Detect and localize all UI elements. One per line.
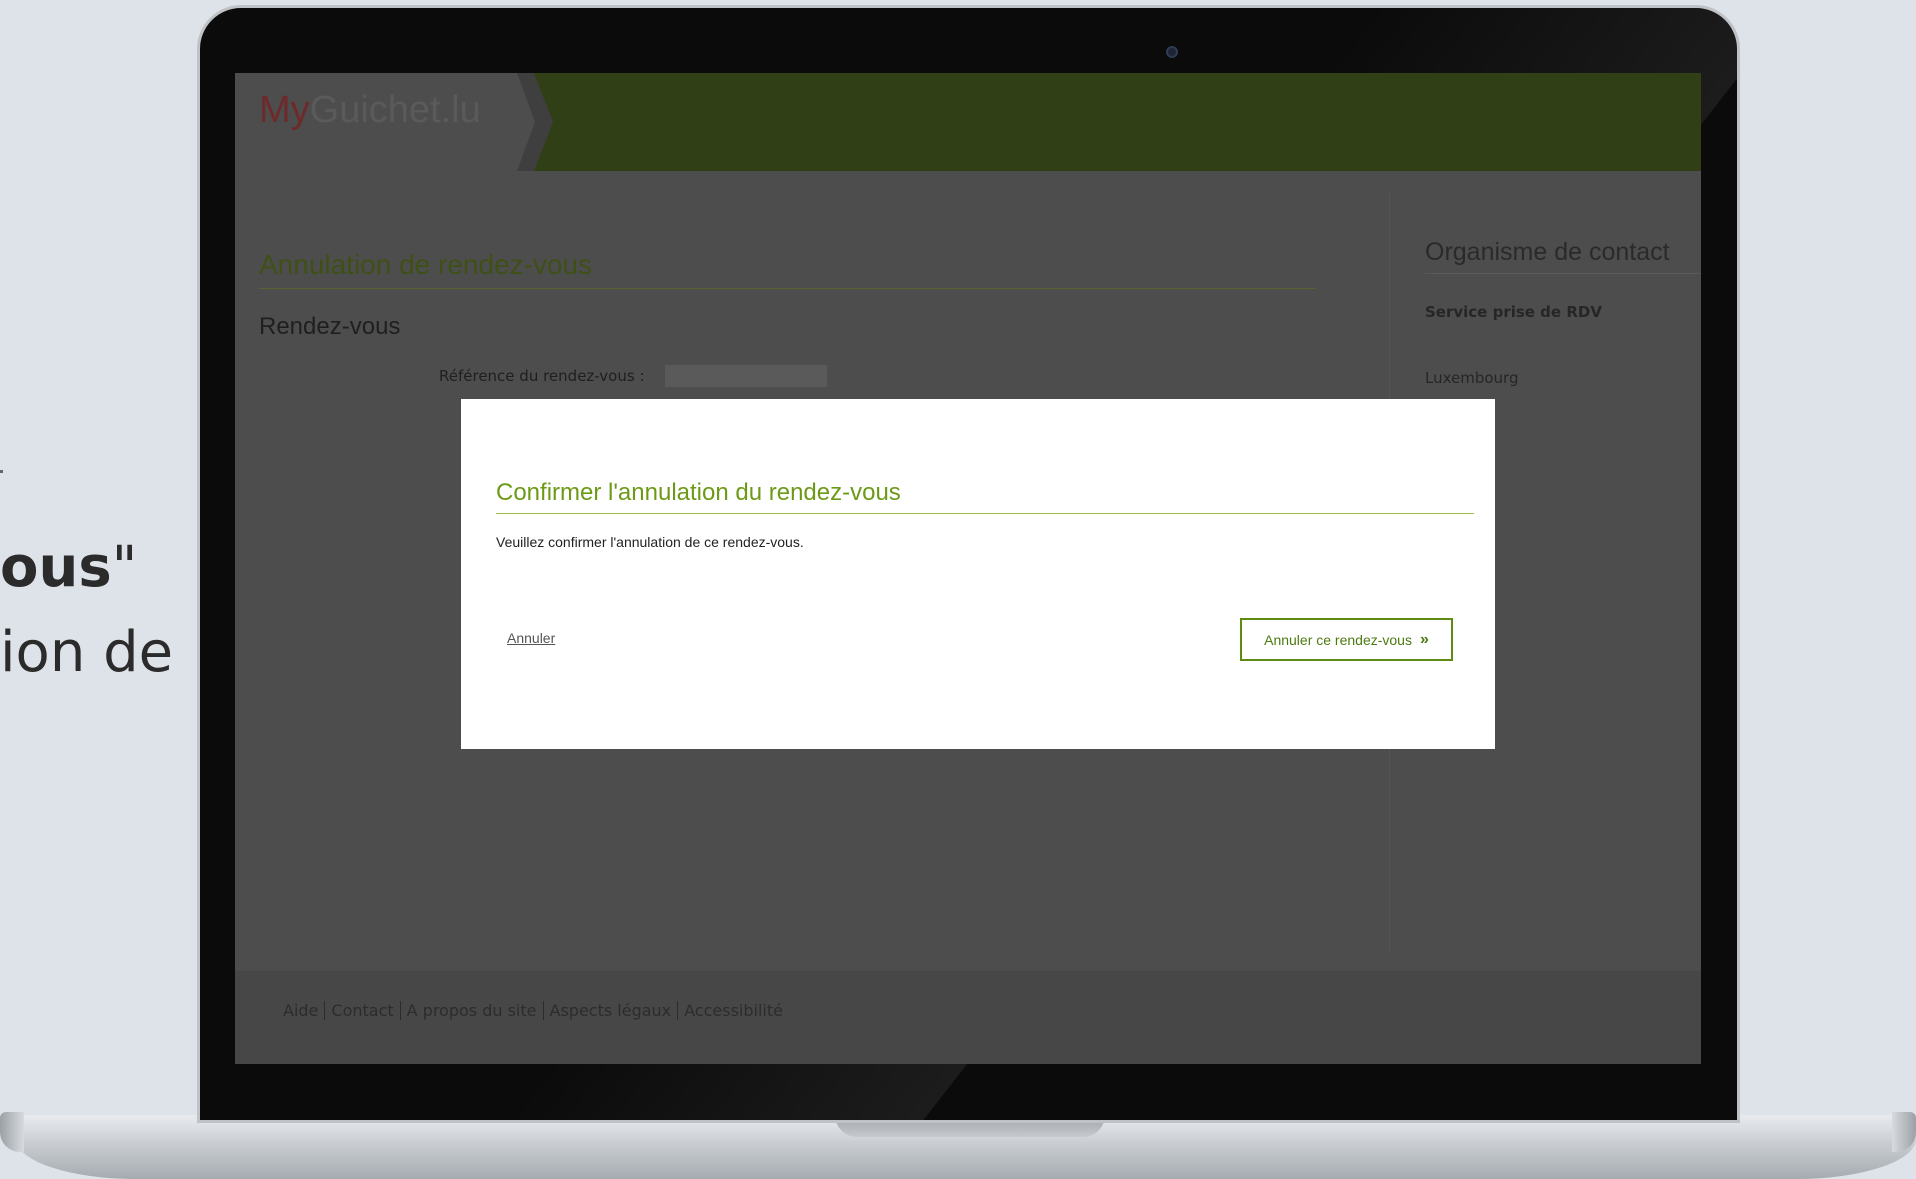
footer-link-aide[interactable]: Aide — [283, 1001, 324, 1020]
site-header: MyGuichet.lu — [235, 73, 1701, 171]
screenshot-stage: ous" ion de MyGuichet.lu Annulation de r… — [0, 0, 1916, 1179]
dialog-title: Confirmer l'annulation du rendez-vous — [496, 479, 901, 506]
footer-link-accessibility[interactable]: Accessibilité — [677, 1001, 789, 1020]
reference-label: Référence du rendez-vous : — [439, 367, 645, 385]
dialog-message: Veuillez confirmer l'annulation de ce re… — [496, 534, 804, 550]
site-footer: Aide Contact A propos du site Aspects lé… — [235, 971, 1701, 1064]
laptop-screen: MyGuichet.lu Annulation de rendez-vous R… — [235, 73, 1701, 1064]
caption-line-2: ion de — [0, 620, 174, 685]
dialog-title-divider — [496, 513, 1474, 514]
footer-links: Aide Contact A propos du site Aspects lé… — [283, 1001, 789, 1020]
camera-icon — [1166, 46, 1178, 58]
confirm-cancel-dialog: Confirmer l'annulation du rendez-vous Ve… — [461, 399, 1495, 749]
myguichet-logo[interactable]: MyGuichet.lu — [259, 89, 481, 132]
footer-link-legal[interactable]: Aspects légaux — [542, 1001, 678, 1020]
cancel-link[interactable]: Annuler — [507, 630, 555, 646]
caption-dot — [0, 470, 3, 473]
footer-link-contact[interactable]: Contact — [324, 1001, 399, 1020]
double-chevron-right-icon: » — [1419, 630, 1429, 648]
reference-value-blurred — [665, 365, 827, 387]
caption-quote: " — [111, 535, 138, 600]
confirm-cancel-appointment-button[interactable]: Annuler ce rendez-vous » — [1240, 618, 1453, 661]
page-title: Annulation de rendez-vous — [259, 249, 593, 280]
aside-title-divider — [1425, 273, 1701, 274]
aside-city: Luxembourg — [1425, 369, 1519, 387]
footer-link-about[interactable]: A propos du site — [399, 1001, 543, 1020]
confirm-button-label: Annuler ce rendez-vous — [1264, 631, 1412, 648]
aside-title: Organisme de contact — [1425, 238, 1670, 266]
aside-service: Service prise de RDV — [1425, 303, 1602, 321]
logo-my-text: My — [259, 89, 310, 131]
section-title: Rendez-vous — [259, 313, 401, 340]
caption-bold-text: ous — [0, 535, 112, 600]
laptop-base-left-edge — [0, 1112, 24, 1152]
logo-box: MyGuichet.lu — [235, 73, 535, 171]
page-title-divider — [259, 288, 1315, 289]
caption-line-1: ous" — [0, 535, 137, 600]
logo-rest-text: Guichet.lu — [309, 89, 481, 131]
